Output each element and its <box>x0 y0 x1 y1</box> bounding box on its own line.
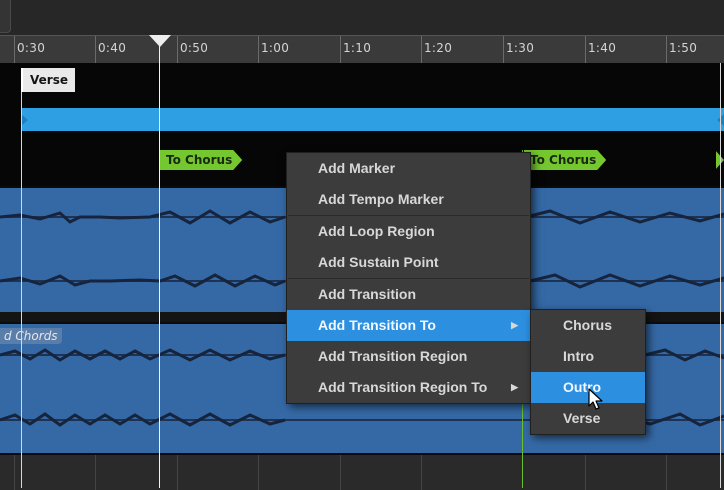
context-menu: Add Marker Add Tempo Marker Add Loop Reg… <box>286 152 531 404</box>
playhead-line[interactable] <box>159 46 160 488</box>
ruler-label: 1:30 <box>506 41 535 55</box>
ruler-tick <box>340 36 341 63</box>
ruler-label: 1:00 <box>261 41 290 55</box>
menu-item-add-transition[interactable]: Add Transition <box>287 279 530 310</box>
menu-item-add-tempo-marker[interactable]: Add Tempo Marker <box>287 184 530 215</box>
menu-item-add-sustain-point[interactable]: Add Sustain Point <box>287 247 530 278</box>
ruler-label: 0:30 <box>17 41 46 55</box>
ruler-label: 1:50 <box>669 41 698 55</box>
ruler-tick <box>95 36 96 63</box>
ruler-tick <box>177 36 178 63</box>
transition-tag-to-chorus[interactable]: To Chorus <box>160 150 242 170</box>
transition-target-submenu: Chorus Intro Outro Verse <box>530 309 646 435</box>
ruler-tick <box>258 36 259 63</box>
ruler-label: 0:50 <box>180 41 209 55</box>
submenu-item-intro[interactable]: Intro <box>531 341 645 372</box>
menu-item-label: Add Transition Region To <box>318 379 488 395</box>
submenu-arrow-icon: ▶ <box>511 320 518 330</box>
bottom-lane <box>0 453 724 490</box>
arrangement-section-bar[interactable] <box>21 108 724 131</box>
track-name-label: d Chords <box>0 328 62 344</box>
toolbar-tab[interactable] <box>0 0 11 33</box>
ruler-tick <box>421 36 422 63</box>
submenu-item-chorus[interactable]: Chorus <box>531 310 645 341</box>
ruler-label: 1:20 <box>424 41 453 55</box>
mouse-pointer-icon <box>588 388 603 410</box>
ruler-tick <box>585 36 586 63</box>
transition-tag-to-chorus[interactable]: To Chorus <box>524 150 606 170</box>
menu-item-add-transition-region-to[interactable]: Add Transition Region To ▶ <box>287 372 530 403</box>
ruler-tick <box>503 36 504 63</box>
timeline-ruler[interactable]: 0:30 0:40 0:50 1:00 1:10 1:20 1:30 1:40 … <box>0 35 724 64</box>
menu-item-label: Add Transition To <box>318 317 436 333</box>
playhead-handle[interactable] <box>149 35 171 47</box>
ruler-label: 1:40 <box>588 41 617 55</box>
submenu-arrow-icon: ▶ <box>511 382 518 392</box>
top-toolbar <box>0 0 724 35</box>
ruler-tick <box>666 36 667 63</box>
menu-item-add-loop-region[interactable]: Add Loop Region <box>287 216 530 247</box>
section-marker-verse[interactable]: Verse <box>21 68 75 92</box>
section-end-line <box>720 63 721 488</box>
menu-item-add-transition-region[interactable]: Add Transition Region <box>287 341 530 372</box>
menu-item-add-transition-to[interactable]: Add Transition To ▶ <box>287 310 530 341</box>
ruler-label: 1:10 <box>343 41 372 55</box>
section-start-line <box>21 92 22 488</box>
menu-item-add-marker[interactable]: Add Marker <box>287 153 530 184</box>
ruler-label: 0:40 <box>98 41 127 55</box>
ruler-tick <box>14 36 15 63</box>
